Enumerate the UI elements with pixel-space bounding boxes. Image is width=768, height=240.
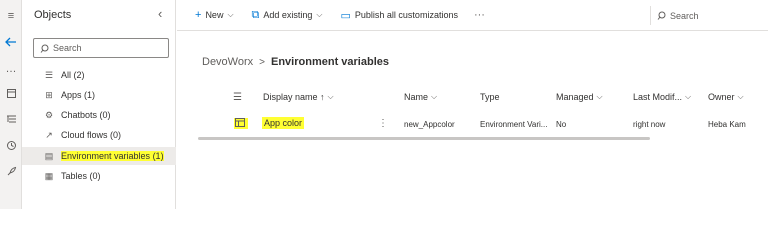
rocket-icon[interactable] xyxy=(3,164,19,178)
apps-icon: ⊞ xyxy=(45,89,53,100)
column-header-name[interactable]: Name ⌵ xyxy=(404,92,437,102)
list-view-icon[interactable]: ☰ xyxy=(233,92,242,103)
column-label: Managed xyxy=(556,92,594,102)
column-label: Type xyxy=(480,92,500,102)
nav-item-environment-variables[interactable]: ▤ Environment variables (1) xyxy=(22,147,176,165)
solution-icon[interactable] xyxy=(3,86,19,100)
chevron-down-icon: ⌵ xyxy=(327,92,334,101)
chevron-down-icon: ⌵ xyxy=(227,10,234,19)
nav-item-count: (0) xyxy=(99,110,111,120)
nav-item-label: Apps xyxy=(61,90,82,100)
table-icon: ▦ xyxy=(44,170,54,181)
column-label: Last Modif... xyxy=(633,92,683,102)
history-icon[interactable] xyxy=(3,138,19,152)
breadcrumb-parent[interactable]: DevoWorx xyxy=(202,56,253,68)
new-label: New xyxy=(205,10,224,20)
nav-item-label: Environment variables xyxy=(61,151,151,161)
tree-icon[interactable] xyxy=(3,112,19,126)
name-cell: new_Appcolor xyxy=(404,120,455,129)
horizontal-scrollbar[interactable] xyxy=(198,137,650,140)
command-search-input[interactable]: Search xyxy=(650,6,768,25)
search-icon xyxy=(40,44,49,53)
back-arrow-icon[interactable] xyxy=(3,35,19,49)
column-label: Owner xyxy=(708,92,735,102)
hamburger-menu-icon[interactable]: ≡ xyxy=(3,9,19,23)
chevron-down-icon: ⌵ xyxy=(596,92,603,101)
column-header-managed[interactable]: Managed ⌵ xyxy=(556,92,603,102)
search-icon xyxy=(657,11,666,20)
column-header-owner[interactable]: Owner ⌵ xyxy=(708,92,744,102)
list-icon: ☰ xyxy=(44,69,54,80)
collapse-chevron-icon[interactable]: ‹ xyxy=(158,6,162,21)
environment-variable-icon: ▤ xyxy=(44,150,54,161)
type-cell: Environment Vari... xyxy=(480,120,548,129)
nav-item-highlighted-label: Environment variables (1) xyxy=(61,151,164,161)
publish-icon: ▭ xyxy=(340,9,351,22)
nav-item-count: (1) xyxy=(84,90,96,100)
row-more-button[interactable]: ⋮ xyxy=(378,118,388,129)
new-button[interactable]: + New ⌵ xyxy=(195,9,234,21)
flow-icon: ↗ xyxy=(45,129,53,140)
breadcrumb-current: Environment variables xyxy=(271,56,389,68)
table-header: ☰ Display name ↑ ⌵ Name ⌵ Type Managed ⌵… xyxy=(198,86,768,108)
command-bar: + New ⌵ ⧉ Add existing ⌵ ▭ Publish all c… xyxy=(177,0,768,31)
nav-item-cloud-flows[interactable]: ↗ Cloud flows (0) xyxy=(22,126,176,144)
column-label: Name xyxy=(404,92,429,102)
column-header-last-modified[interactable]: Last Modif... ⌵ xyxy=(633,92,691,102)
owner-cell: Heba Kam xyxy=(708,120,746,129)
objects-panel: Objects ‹ Search ☰ All (2) ⊞ Apps (1) ⚙ … xyxy=(22,0,176,209)
nav-item-label: Chatbots xyxy=(61,110,98,120)
more-commands-button[interactable]: ··· xyxy=(474,9,485,21)
nav-item-chatbots[interactable]: ⚙ Chatbots (0) xyxy=(22,106,176,124)
panel-title: Objects xyxy=(34,9,72,21)
search-placeholder: Search xyxy=(53,43,82,53)
nav-item-label: Cloud flows xyxy=(61,130,108,140)
add-existing-label: Add existing xyxy=(263,10,313,20)
environment-variable-icon xyxy=(235,118,245,129)
column-label: Display name ↑ xyxy=(263,92,325,102)
display-name-cell[interactable]: App color xyxy=(262,117,305,129)
chatbot-icon: ⚙ xyxy=(44,109,54,120)
nav-item-count: (0) xyxy=(110,130,122,140)
left-rail: ≡ … xyxy=(0,0,22,209)
nav-item-all[interactable]: ☰ All (2) xyxy=(22,66,176,84)
more-icon[interactable]: … xyxy=(3,62,19,76)
add-existing-button[interactable]: ⧉ Add existing ⌵ xyxy=(252,9,323,22)
add-existing-icon: ⧉ xyxy=(251,8,260,21)
chevron-down-icon: ⌵ xyxy=(431,92,438,101)
managed-cell: No xyxy=(556,120,567,129)
column-header-display-name[interactable]: Display name ↑ ⌵ xyxy=(263,92,334,102)
chevron-down-icon: ⌵ xyxy=(685,92,692,101)
nav-item-apps[interactable]: ⊞ Apps (1) xyxy=(22,86,176,104)
breadcrumb-separator: > xyxy=(259,56,265,68)
display-name-link[interactable]: App color xyxy=(262,117,305,129)
publish-all-button[interactable]: ▭ Publish all customizations xyxy=(341,9,458,22)
search-label: Search xyxy=(670,10,699,21)
column-header-type[interactable]: Type xyxy=(480,92,500,102)
last-modified-cell: right now xyxy=(633,120,666,129)
breadcrumb: DevoWorx > Environment variables xyxy=(202,56,389,68)
chevron-down-icon: ⌵ xyxy=(737,92,744,101)
nav-item-count: (0) xyxy=(89,171,101,181)
nav-item-label: Tables xyxy=(61,171,88,181)
plus-icon: + xyxy=(195,9,202,21)
nav-item-count: (1) xyxy=(152,151,164,161)
nav-item-tables[interactable]: ▦ Tables (0) xyxy=(22,167,176,185)
table-row[interactable]: App color ⋮ new_Appcolor Environment Var… xyxy=(198,113,768,136)
nav-item-label: All xyxy=(61,70,72,80)
publish-label: Publish all customizations xyxy=(354,10,458,20)
nav-item-count: (2) xyxy=(73,70,85,80)
chevron-down-icon: ⌵ xyxy=(316,10,323,19)
objects-search-input[interactable]: Search xyxy=(33,38,169,58)
